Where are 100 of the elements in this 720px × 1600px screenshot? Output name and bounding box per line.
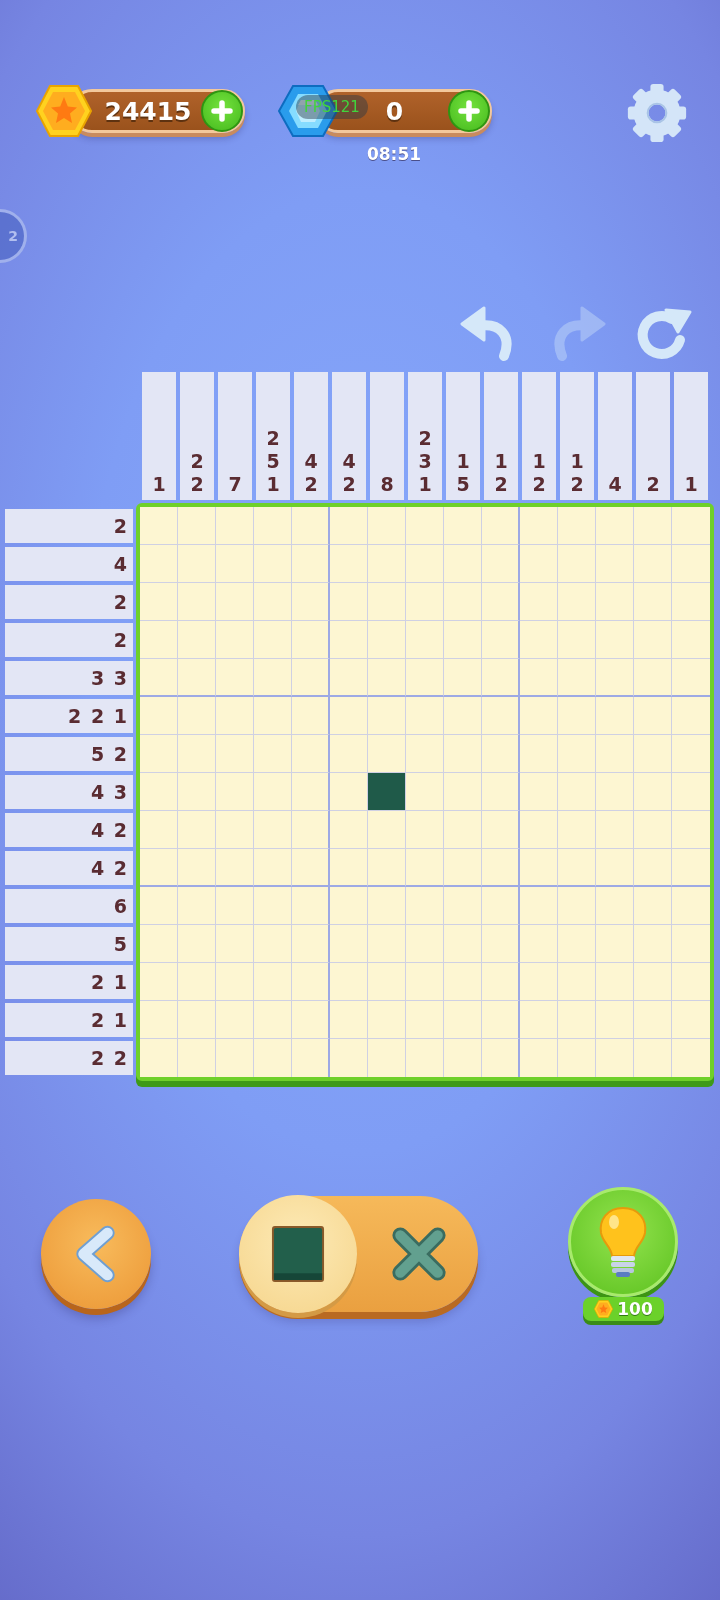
- grid-cell[interactable]: [482, 621, 520, 659]
- grid-cell[interactable]: [178, 773, 216, 811]
- grid-cell[interactable]: [482, 545, 520, 583]
- grid-cell[interactable]: [634, 963, 672, 1001]
- grid-cell[interactable]: [444, 545, 482, 583]
- grid-cell[interactable]: [330, 545, 368, 583]
- grid-cell[interactable]: [482, 925, 520, 963]
- grid-cell[interactable]: [368, 583, 406, 621]
- grid-cell[interactable]: [140, 735, 178, 773]
- grid-cell[interactable]: [406, 583, 444, 621]
- grid-cell[interactable]: [254, 1001, 292, 1039]
- grid-cell[interactable]: [520, 697, 558, 735]
- grid-cell[interactable]: [406, 735, 444, 773]
- grid-cell[interactable]: [178, 545, 216, 583]
- grid-cell[interactable]: [444, 621, 482, 659]
- grid-cell[interactable]: [292, 811, 330, 849]
- grid-cell[interactable]: [216, 925, 254, 963]
- grid-cell[interactable]: [520, 925, 558, 963]
- grid-cell[interactable]: [444, 963, 482, 1001]
- grid-cell[interactable]: [558, 621, 596, 659]
- grid-cell[interactable]: [520, 659, 558, 697]
- grid-cell[interactable]: [368, 735, 406, 773]
- grid-cell[interactable]: [216, 811, 254, 849]
- grid-cell[interactable]: [482, 1001, 520, 1039]
- grid-cell[interactable]: [482, 963, 520, 1001]
- grid-cell[interactable]: [254, 545, 292, 583]
- grid-cell[interactable]: [444, 659, 482, 697]
- grid-cell[interactable]: [596, 659, 634, 697]
- grid-cell[interactable]: [634, 773, 672, 811]
- grid-cell[interactable]: [482, 887, 520, 925]
- grid-cell[interactable]: [140, 849, 178, 887]
- grid-cell[interactable]: [596, 925, 634, 963]
- grid-cell[interactable]: [368, 887, 406, 925]
- grid-cell[interactable]: [178, 887, 216, 925]
- grid-cell[interactable]: [444, 811, 482, 849]
- grid-cell[interactable]: [558, 925, 596, 963]
- grid-cell[interactable]: [596, 545, 634, 583]
- grid-cell[interactable]: [330, 925, 368, 963]
- grid-cell[interactable]: [178, 849, 216, 887]
- grid-cell[interactable]: [520, 887, 558, 925]
- grid-cell[interactable]: [330, 659, 368, 697]
- grid-cell[interactable]: [406, 963, 444, 1001]
- grid-cell[interactable]: [216, 621, 254, 659]
- grid-cell[interactable]: [368, 963, 406, 1001]
- grid-cell[interactable]: [596, 507, 634, 545]
- grid-cell[interactable]: [634, 697, 672, 735]
- grid-cell[interactable]: [406, 887, 444, 925]
- grid-cell[interactable]: [178, 659, 216, 697]
- grid-cell[interactable]: [596, 773, 634, 811]
- grid-cell[interactable]: [178, 697, 216, 735]
- grid-cell[interactable]: [178, 507, 216, 545]
- grid-cell[interactable]: [330, 811, 368, 849]
- side-badge[interactable]: 2: [0, 209, 27, 263]
- grid-cell[interactable]: [292, 1001, 330, 1039]
- grid-cell[interactable]: [558, 583, 596, 621]
- grid-cell[interactable]: [216, 545, 254, 583]
- grid-cell[interactable]: [558, 963, 596, 1001]
- grid-cell[interactable]: [444, 507, 482, 545]
- grid-cell[interactable]: [254, 583, 292, 621]
- grid-cell[interactable]: [368, 621, 406, 659]
- grid-cell[interactable]: [292, 507, 330, 545]
- grid-cell[interactable]: [520, 507, 558, 545]
- grid-cell[interactable]: [330, 773, 368, 811]
- grid-cell[interactable]: [520, 583, 558, 621]
- grid-cell[interactable]: [216, 887, 254, 925]
- grid-cell[interactable]: [330, 887, 368, 925]
- grid-cell[interactable]: [558, 811, 596, 849]
- grid-cell[interactable]: [520, 773, 558, 811]
- grid-cell[interactable]: [406, 1001, 444, 1039]
- grid-cell[interactable]: [140, 507, 178, 545]
- grid-cell[interactable]: [634, 507, 672, 545]
- grid-cell[interactable]: [596, 621, 634, 659]
- grid-cell[interactable]: [140, 811, 178, 849]
- grid-cell[interactable]: [520, 735, 558, 773]
- grid-cell[interactable]: [178, 621, 216, 659]
- grid-cell[interactable]: [634, 887, 672, 925]
- grid-cell[interactable]: [634, 659, 672, 697]
- grid-cell[interactable]: [520, 1001, 558, 1039]
- grid-cell[interactable]: [558, 735, 596, 773]
- grid-cell[interactable]: [178, 735, 216, 773]
- grid-cell[interactable]: [482, 507, 520, 545]
- grid-cell[interactable]: [368, 773, 406, 811]
- grid-cell[interactable]: [140, 1001, 178, 1039]
- grid-cell[interactable]: [178, 583, 216, 621]
- grid-cell[interactable]: [254, 925, 292, 963]
- grid-cell[interactable]: [558, 545, 596, 583]
- grid-cell[interactable]: [292, 925, 330, 963]
- grid-cell[interactable]: [406, 811, 444, 849]
- grid-cell[interactable]: [634, 735, 672, 773]
- grid-cell[interactable]: [292, 697, 330, 735]
- grid-cell[interactable]: [520, 545, 558, 583]
- grid-cell[interactable]: [292, 735, 330, 773]
- grid-cell[interactable]: [216, 849, 254, 887]
- grid-cell[interactable]: [140, 545, 178, 583]
- grid-cell[interactable]: [140, 659, 178, 697]
- grid-cell[interactable]: [368, 507, 406, 545]
- grid-cell[interactable]: [330, 1001, 368, 1039]
- grid-cell[interactable]: [596, 583, 634, 621]
- grid-cell[interactable]: [596, 1001, 634, 1039]
- grid-cell[interactable]: [140, 963, 178, 1001]
